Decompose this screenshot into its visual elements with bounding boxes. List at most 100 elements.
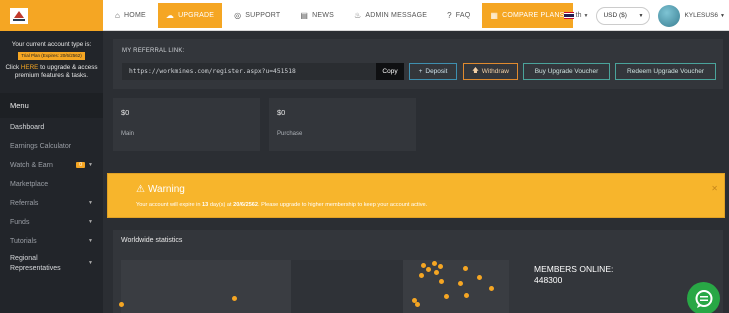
plus-icon: + — [418, 68, 423, 75]
arrow-up-icon: 🡅 — [472, 67, 479, 74]
sidebar-item-referrals[interactable]: Referrals ▼ — [0, 194, 103, 213]
close-icon[interactable]: ✕ — [711, 184, 718, 193]
nav-home[interactable]: ⌂ HOME — [107, 3, 154, 28]
avatar[interactable] — [658, 4, 681, 27]
nav-compare-plans[interactable]: ▦ COMPARE PLANS — [482, 3, 573, 28]
top-bar: ⌂ HOME ☁ UPGRADE ◎ SUPPORT ▤ NEWS ♨ ADMI… — [0, 0, 729, 31]
sidebar-item-label: Dashboard — [10, 123, 45, 131]
promo-text: Click HERE to upgrade & access premium f… — [4, 64, 99, 81]
members-online-count: 448300 — [534, 274, 563, 285]
map-dot — [232, 296, 237, 301]
logo-area[interactable] — [0, 0, 103, 31]
main-nav: ⌂ HOME ☁ UPGRADE ◎ SUPPORT ▤ NEWS ♨ ADMI… — [107, 3, 573, 28]
language-label: th — [575, 12, 582, 19]
sidebar-item-earnings-calculator[interactable]: Earnings Calculator — [0, 137, 103, 156]
promo-click: Click — [5, 63, 21, 71]
currency-select[interactable]: USD ($) ▼ — [596, 6, 651, 25]
username-label: KYLESUS6 — [684, 12, 719, 19]
sidebar-item-label: Tutorials — [10, 237, 37, 245]
nav-upgrade[interactable]: ☁ UPGRADE — [157, 3, 223, 28]
map-dot — [463, 266, 468, 271]
chevron-down-icon: ▼ — [583, 12, 589, 19]
redeem-upgrade-voucher-button[interactable]: Redeem Upgrade Voucher — [615, 63, 716, 80]
referral-title: MY REFERRAL LINK: — [122, 48, 185, 54]
referral-link-input[interactable]: https://workmines.com/register.aspx?u=45… — [122, 63, 376, 80]
map-dot — [439, 279, 444, 284]
main-content: MY REFERRAL LINK: https://workmines.com/… — [103, 31, 729, 313]
warning-alert: ⚠ Warning Your account will expire in 13… — [107, 173, 725, 218]
map-dot — [432, 261, 437, 266]
warning-text-mid: day(s) at — [208, 202, 234, 208]
stats-title: Worldwide statistics — [121, 237, 183, 244]
chat-button[interactable] — [687, 282, 720, 313]
promo-line1: Your current account type is: — [11, 41, 92, 48]
nav-admin-message-label: ADMIN MESSAGE — [365, 12, 428, 19]
nav-faq[interactable]: ? FAQ — [439, 3, 478, 28]
grid-icon: ▦ — [490, 10, 499, 20]
map-dot — [464, 293, 469, 298]
sidebar: Your current account type is: Trial Plan… — [0, 31, 103, 313]
main-balance-label: Main — [121, 131, 135, 137]
map-land-americas — [121, 260, 291, 313]
chevron-down-icon: ▼ — [720, 12, 725, 19]
sidebar-item-dashboard[interactable]: Dashboard — [0, 118, 103, 137]
nav-support[interactable]: ◎ SUPPORT — [226, 3, 288, 28]
chevron-down-icon: ▼ — [88, 260, 93, 267]
deposit-label: Deposit — [425, 68, 448, 75]
chevron-down-icon: ▼ — [88, 238, 93, 245]
members-online: MEMBERS ONLINE: 448300 — [534, 264, 613, 285]
sidebar-item-label: Watch & Earn — [10, 161, 53, 169]
lifebuoy-icon: ◎ — [234, 10, 242, 20]
account-promo: Your current account type is: Trial Plan… — [0, 31, 103, 81]
nav-admin-message[interactable]: ♨ ADMIN MESSAGE — [346, 3, 435, 28]
warning-title-text: Warning — [147, 184, 185, 195]
main-balance-value: $0 — [121, 108, 130, 117]
sidebar-item-tutorials[interactable]: Tutorials ▼ — [0, 232, 103, 251]
sidebar-item-label: Regional Representatives — [10, 255, 61, 272]
warning-icon: ⚠ — [136, 184, 145, 195]
warning-text-suffix: . Please upgrade to higher membership to… — [258, 202, 428, 208]
map-dot — [444, 294, 449, 299]
buy-upgrade-voucher-button[interactable]: Buy Upgrade Voucher — [523, 63, 610, 80]
copy-button[interactable]: Copy — [376, 63, 404, 80]
map-dot — [419, 273, 424, 278]
sidebar-item-label: Referrals — [10, 199, 39, 207]
chevron-down-icon: ▼ — [638, 12, 644, 19]
sidebar-item-regional-representatives[interactable]: Regional Representatives ▼ — [0, 251, 103, 277]
upgrade-here-link[interactable]: HERE — [21, 64, 39, 71]
map-dot — [438, 264, 443, 269]
map-dot — [477, 275, 482, 280]
nav-home-label: HOME — [124, 12, 146, 19]
purchase-balance-card: $0 Purchase — [269, 98, 416, 151]
chat-icon — [695, 289, 712, 308]
cloud-upload-icon: ☁ — [165, 10, 175, 20]
sidebar-item-funds[interactable]: Funds ▼ — [0, 213, 103, 232]
map-dot — [415, 302, 420, 307]
sidebar-item-marketplace[interactable]: Marketplace — [0, 175, 103, 194]
sidebar-item-watch-earn[interactable]: Watch & Earn 0 ▼ — [0, 156, 103, 175]
watch-earn-badge: 0 — [76, 162, 86, 169]
currency-value: USD ($) — [603, 12, 627, 19]
language-selector[interactable]: th ▼ — [563, 12, 589, 20]
sidebar-item-label: Marketplace — [10, 180, 49, 188]
nav-upgrade-label: UPGRADE — [178, 12, 215, 19]
withdraw-button[interactable]: 🡅 Withdraw — [463, 63, 518, 80]
warning-date: 20/6/2562 — [233, 202, 259, 208]
warning-text-prefix: Your account will expire in — [136, 202, 203, 208]
thai-flag-icon — [563, 12, 574, 20]
nav-support-label: SUPPORT — [245, 12, 281, 19]
bell-icon: ♨ — [353, 10, 362, 20]
chevron-down-icon: ▼ — [88, 200, 93, 207]
map-dot — [119, 302, 124, 307]
map-dot — [434, 270, 439, 275]
deposit-button[interactable]: + Deposit — [409, 63, 457, 80]
map-dot — [421, 263, 426, 268]
user-menu[interactable]: KYLESUS6 ▼ — [684, 12, 725, 19]
sidebar-item-label: Earnings Calculator — [10, 142, 72, 150]
nav-news[interactable]: ▤ NEWS — [292, 3, 342, 28]
top-right-tools: th ▼ USD ($) ▼ KYLESUS6 ▼ — [563, 0, 729, 31]
map-dot — [426, 267, 431, 272]
chevron-down-icon: ▼ — [88, 219, 93, 226]
sidebar-item-label: Funds — [10, 218, 30, 226]
warning-title: ⚠ Warning — [136, 184, 185, 195]
